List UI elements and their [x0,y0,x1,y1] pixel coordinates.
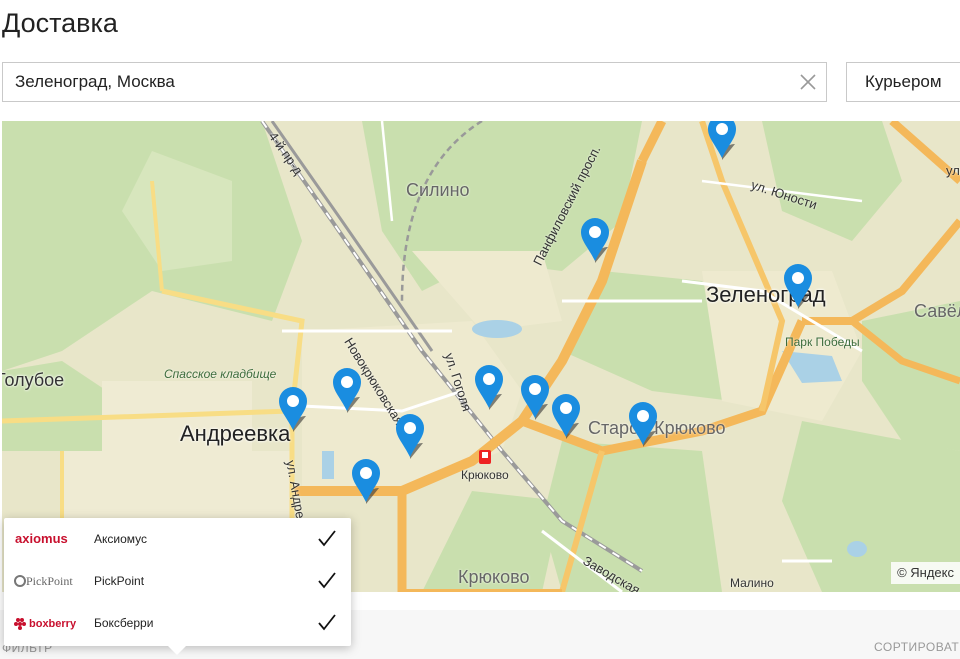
map-label-kryukovo-station: Крюково [461,468,509,482]
sort-toggle[interactable]: Сортировать [874,640,960,654]
map-label-ul-l: ул. Л [946,163,960,178]
service-option-boxberry[interactable]: boxberry Боксберри [4,602,351,644]
map-pin-icon[interactable] [781,263,815,311]
map-pin-icon[interactable] [518,374,552,422]
map-pin-icon[interactable] [393,413,427,461]
map-label-savelki: Савёлки [914,301,960,321]
checkmark-icon[interactable] [317,571,337,591]
pickpoint-logo: PickPoint [14,574,73,588]
map-label-andreevka: Андреевка [180,421,291,446]
service-name: PickPoint [94,574,145,588]
axiomus-logo: axiomus [15,531,68,546]
map-pin-icon[interactable] [472,364,506,412]
checkmark-icon[interactable] [317,613,337,633]
delivery-method-select[interactable]: Курьером [846,62,960,102]
popup-arrow [167,645,187,655]
map-pin-icon[interactable] [276,386,310,434]
map-label-silino: Силино [406,180,470,200]
search-input[interactable] [3,63,783,101]
map-label-kryukovo-district: Крюково [458,567,530,587]
svg-text:PickPoint: PickPoint [26,574,73,588]
svg-text:axiomus: axiomus [15,531,68,546]
map-pin-icon[interactable] [549,393,583,441]
service-name: Аксиомус [94,532,148,546]
clear-icon[interactable] [798,72,818,92]
service-name: Боксберри [94,616,154,630]
svg-text:boxberry: boxberry [29,618,77,630]
service-option-axiomus[interactable]: axiomus Аксиомус [4,518,351,560]
map-label-malino: Малино [730,576,774,590]
map-label-goluboe: Голубое [2,370,65,390]
boxberry-logo: boxberry [14,618,77,630]
search-field[interactable] [2,62,827,102]
service-option-pickpoint[interactable]: PickPoint PickPoint [4,560,351,602]
map-label-park-pobedy: Парк Победы [785,335,860,349]
checkmark-icon[interactable] [317,529,337,549]
map-label-spasskoe-cemetery: Спасское кладбище [164,367,277,381]
map-pin-icon[interactable] [349,458,383,506]
page-title: Доставка [2,8,118,38]
map-pin-icon[interactable] [626,401,660,449]
map-pin-icon[interactable] [330,367,364,415]
map-copyright[interactable]: © Яндекс [891,562,960,584]
delivery-service-filter-popup: axiomus Аксиомус PickPoint PickPoint box… [4,518,351,655]
map-pin-icon[interactable] [578,217,612,265]
map-pin-icon[interactable] [705,121,739,162]
